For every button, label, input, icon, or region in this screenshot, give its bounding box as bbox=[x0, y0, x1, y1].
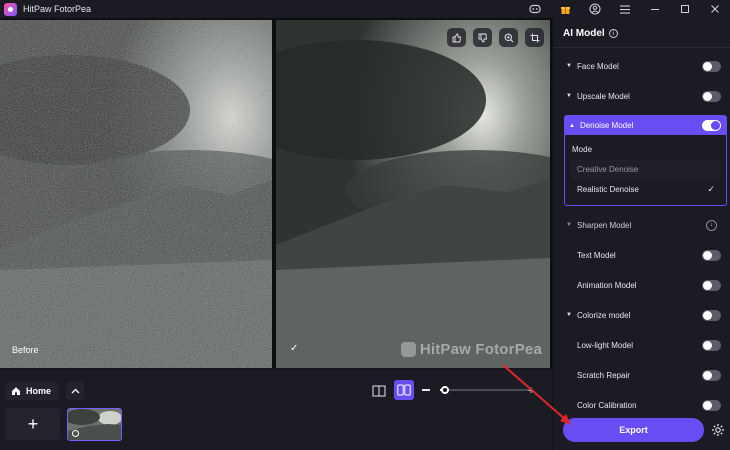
ai-model-panel: AI Model i ▼ Face Model ▼ Upscale Model … bbox=[554, 18, 730, 450]
low-light-model-row: Low-light Model bbox=[566, 337, 721, 353]
panel-title-text: AI Model bbox=[563, 28, 605, 39]
single-view-icon bbox=[372, 385, 386, 397]
caret-down-icon[interactable]: ▼ bbox=[566, 222, 572, 228]
gear-icon[interactable] bbox=[710, 422, 726, 438]
color-calibration-toggle[interactable] bbox=[702, 399, 721, 411]
split-view-button[interactable] bbox=[394, 380, 414, 400]
animation-model-row: Animation Model bbox=[566, 277, 721, 293]
caret-down-icon[interactable]: ▼ bbox=[566, 63, 572, 69]
low-light-model-label: Low-light Model bbox=[577, 340, 634, 350]
creative-denoise-label: Creative Denoise bbox=[577, 165, 639, 174]
colorize-model-label: Colorize model bbox=[577, 310, 631, 320]
collapse-button[interactable] bbox=[66, 382, 84, 400]
menu-icon[interactable] bbox=[610, 0, 640, 18]
add-image-button[interactable]: + bbox=[6, 408, 60, 440]
after-image: ✓ HitPaw FotorPea bbox=[276, 20, 550, 368]
app-title: HitPaw FotorPea bbox=[23, 4, 92, 14]
minimize-icon[interactable] bbox=[640, 0, 670, 18]
account-icon[interactable] bbox=[580, 0, 610, 18]
scratch-repair-toggle[interactable] bbox=[702, 369, 721, 381]
caret-down-icon[interactable]: ▼ bbox=[566, 93, 572, 99]
after-photo bbox=[276, 20, 550, 368]
before-image: Before bbox=[0, 20, 272, 368]
zoom-in-button[interactable]: + bbox=[528, 385, 534, 397]
home-label: Home bbox=[26, 386, 52, 396]
denoise-model-header[interactable]: ▲ Denoise Model bbox=[565, 116, 726, 135]
thumbs-up-icon[interactable] bbox=[447, 28, 466, 47]
clock-icon bbox=[72, 430, 79, 437]
denoise-model-label: Denoise Model bbox=[579, 121, 634, 130]
preview-tools bbox=[447, 28, 544, 47]
thumbs-down-icon[interactable] bbox=[473, 28, 492, 47]
mode-label: Mode bbox=[572, 145, 593, 154]
upscale-model-toggle[interactable] bbox=[702, 90, 721, 102]
denoise-model-toggle[interactable] bbox=[702, 120, 721, 131]
realistic-denoise-label: Realistic Denoise bbox=[577, 185, 639, 194]
colorize-model-toggle[interactable] bbox=[702, 309, 721, 321]
colorize-model-row: ▼ Colorize model bbox=[566, 307, 721, 323]
zoom-out-button[interactable] bbox=[422, 389, 430, 391]
preview-area: Before ✓ HitPaw FotorPea bbox=[0, 18, 552, 368]
bottom-bar: Home + + bbox=[0, 370, 552, 450]
fotorpea-logo-icon bbox=[4, 2, 17, 16]
animation-model-toggle[interactable] bbox=[702, 279, 721, 291]
face-model-toggle[interactable] bbox=[702, 60, 721, 72]
chevron-up-icon bbox=[71, 388, 79, 394]
caret-down-icon[interactable]: ▼ bbox=[566, 312, 572, 318]
watermark-text: HitPaw FotorPea bbox=[419, 341, 542, 358]
maximize-icon[interactable] bbox=[670, 0, 700, 18]
arrow-down-icon[interactable]: ↓ bbox=[706, 219, 717, 231]
gift-icon[interactable] bbox=[550, 0, 580, 18]
upscale-model-row: ▼ Upscale Model bbox=[566, 88, 721, 104]
crop-icon[interactable] bbox=[525, 28, 544, 47]
close-icon[interactable] bbox=[700, 0, 730, 18]
zoom-slider-handle[interactable] bbox=[441, 386, 449, 394]
zoom-icon[interactable] bbox=[499, 28, 518, 47]
text-model-label: Text Model bbox=[577, 250, 616, 260]
split-view-icon bbox=[397, 384, 411, 396]
title-bar-controls bbox=[520, 0, 730, 18]
animation-model-label: Animation Model bbox=[577, 280, 637, 290]
color-calibration-row: Color Calibration bbox=[566, 397, 721, 413]
scratch-repair-label: Scratch Repair bbox=[577, 370, 630, 380]
creative-denoise-option[interactable]: Creative Denoise bbox=[571, 160, 721, 179]
panel-title: AI Model i bbox=[563, 28, 618, 39]
denoise-model-section: ▲ Denoise Model Mode Creative Denoise Re… bbox=[564, 115, 727, 206]
discord-icon[interactable] bbox=[520, 0, 550, 18]
upscale-model-label: Upscale Model bbox=[577, 91, 630, 101]
face-model-row: ▼ Face Model bbox=[566, 58, 721, 74]
color-calibration-label: Color Calibration bbox=[577, 400, 637, 410]
before-label: Before bbox=[12, 345, 39, 355]
scratch-repair-row: Scratch Repair bbox=[566, 367, 721, 383]
home-button[interactable]: Home bbox=[6, 382, 58, 400]
single-view-button[interactable] bbox=[371, 384, 387, 398]
caret-up-icon[interactable]: ▲ bbox=[569, 123, 575, 129]
home-icon bbox=[12, 387, 20, 395]
title-bar: HitPaw FotorPea bbox=[0, 0, 730, 18]
watermark: HitPaw FotorPea bbox=[400, 341, 542, 358]
before-photo bbox=[0, 20, 272, 368]
face-model-label: Face Model bbox=[577, 61, 619, 71]
sharpen-model-row: ▼ Sharpen Model ↓ bbox=[566, 217, 721, 233]
export-button[interactable]: Export bbox=[563, 418, 704, 442]
text-model-toggle[interactable] bbox=[702, 249, 721, 261]
text-model-row: Text Model bbox=[566, 247, 721, 263]
realistic-denoise-option[interactable]: Realistic Denoise ✓ bbox=[571, 180, 721, 199]
panel-divider bbox=[554, 47, 730, 48]
image-thumbnail[interactable] bbox=[67, 408, 122, 441]
check-icon: ✓ bbox=[290, 343, 299, 354]
watermark-logo-icon bbox=[400, 342, 416, 357]
low-light-model-toggle[interactable] bbox=[702, 339, 721, 351]
check-icon: ✓ bbox=[707, 184, 715, 194]
sharpen-model-label: Sharpen Model bbox=[577, 220, 632, 230]
zoom-slider[interactable] bbox=[440, 386, 530, 394]
info-icon[interactable]: i bbox=[608, 29, 618, 38]
